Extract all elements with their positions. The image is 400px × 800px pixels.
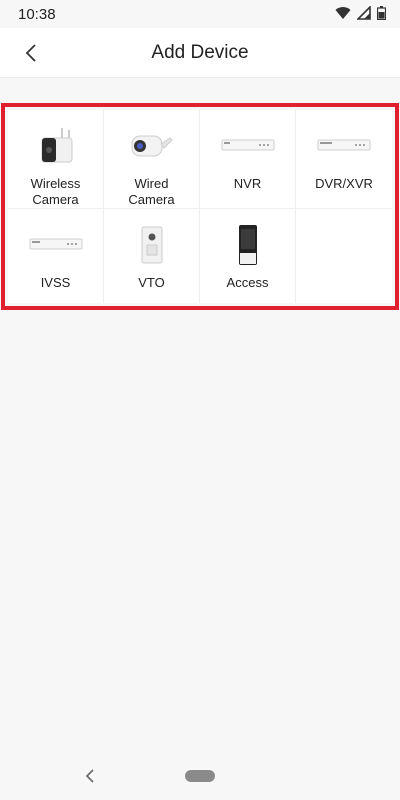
dvr-icon <box>316 124 372 168</box>
ivss-icon <box>28 223 84 267</box>
device-label: NVR <box>233 176 262 191</box>
device-grid: Wireless Camera Wired Camera NVR DVR/XVR… <box>8 110 392 303</box>
device-tile-dvr-xvr[interactable]: DVR/XVR <box>296 110 392 209</box>
nav-back-icon <box>85 769 94 783</box>
device-label: IVSS <box>40 275 71 290</box>
signal-icon <box>357 6 371 20</box>
battery-icon <box>377 6 386 20</box>
nvr-icon <box>220 124 276 168</box>
device-label: Access <box>226 275 269 290</box>
device-tile-access[interactable]: Access <box>200 209 296 303</box>
app-header: Add Device <box>0 28 400 78</box>
nav-home-pill[interactable] <box>185 770 215 782</box>
device-label: VTO <box>138 275 165 290</box>
wifi-icon <box>335 7 351 20</box>
device-tile-wired-camera[interactable]: Wired Camera <box>104 110 200 209</box>
device-label: Wireless Camera <box>30 176 81 207</box>
device-tile-wireless-camera[interactable]: Wireless Camera <box>8 110 104 209</box>
status-icons <box>335 6 386 20</box>
access-icon <box>224 223 272 267</box>
device-tile-vto[interactable]: VTO <box>104 209 200 303</box>
nav-back-button[interactable] <box>80 766 100 786</box>
page-title: Add Device <box>151 42 249 63</box>
device-label: DVR/XVR <box>315 176 373 191</box>
status-time: 10:38 <box>18 6 56 23</box>
device-label: Wired Camera <box>128 176 175 207</box>
device-tile-nvr[interactable]: NVR <box>200 110 296 209</box>
vto-icon <box>128 223 176 267</box>
system-nav-bar <box>0 752 400 800</box>
device-tile-empty <box>296 209 392 303</box>
wireless-camera-icon <box>32 124 80 168</box>
device-tile-ivss[interactable]: IVSS <box>8 209 104 303</box>
status-bar: 10:38 <box>0 0 400 28</box>
wired-camera-icon <box>128 124 176 168</box>
